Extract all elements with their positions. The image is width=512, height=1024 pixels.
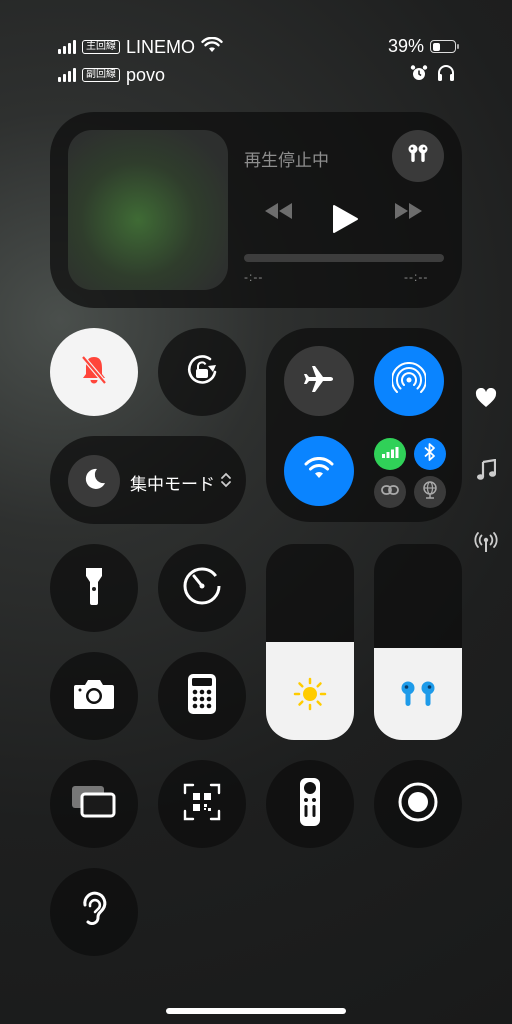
screen-mirroring-button[interactable] — [50, 760, 138, 848]
moon-icon — [81, 466, 107, 497]
qr-scanner-button[interactable] — [158, 760, 246, 848]
bell-slash-icon — [76, 352, 112, 393]
primary-carrier: LINEMO — [126, 36, 196, 57]
playback-status: 再生停止中 — [244, 151, 329, 170]
bluetooth-icon — [423, 442, 437, 467]
status-icons — [410, 64, 456, 87]
flashlight-toggle[interactable] — [50, 544, 138, 632]
personal-hotspot-toggle[interactable] — [374, 476, 406, 508]
battery-group: 39% — [387, 36, 459, 57]
airdrop-icon — [391, 361, 427, 401]
airplane-icon — [302, 362, 336, 401]
chevron-updown-icon — [220, 471, 232, 494]
airpods-icon — [398, 680, 438, 715]
battery-percent: 39% — [387, 36, 424, 56]
sun-icon — [292, 676, 328, 717]
screen-mirroring-icon — [70, 784, 118, 825]
apple-tv-remote-icon — [298, 777, 322, 832]
airplay-output-button[interactable] — [392, 130, 444, 182]
wifi-icon — [201, 36, 223, 58]
play-icon[interactable] — [331, 204, 359, 239]
silent-mode-toggle[interactable] — [50, 328, 138, 416]
hearing-button[interactable] — [50, 868, 138, 956]
rotation-lock-toggle[interactable] — [158, 328, 246, 416]
vpn-toggle[interactable] — [414, 476, 446, 508]
focus-mode-label: 集中モード — [130, 475, 215, 494]
volume-slider[interactable] — [374, 544, 462, 740]
screen-record-button[interactable] — [374, 760, 462, 848]
bluetooth-toggle[interactable] — [414, 438, 446, 470]
secondary-carrier: povo — [126, 64, 166, 85]
airdrop-toggle[interactable] — [374, 346, 444, 416]
antenna-icon[interactable] — [474, 530, 498, 554]
home-indicator[interactable] — [166, 1008, 346, 1014]
screen-record-icon — [396, 780, 440, 829]
wifi-icon — [304, 456, 334, 486]
cellular-toggle[interactable] — [374, 438, 406, 470]
camera-button[interactable] — [50, 652, 138, 740]
remaining-time: --:-- — [404, 270, 429, 284]
elapsed-time: -:-- — [244, 270, 264, 284]
heart-icon[interactable] — [474, 386, 498, 410]
hearing-icon — [77, 890, 111, 935]
album-art — [68, 130, 228, 290]
status-row-primary: 主回線 LINEMO — [58, 36, 223, 58]
calculator-icon — [187, 673, 217, 720]
playback-progress-bar[interactable] — [244, 254, 444, 262]
airplane-mode-toggle[interactable] — [284, 346, 354, 416]
next-track-icon[interactable] — [393, 200, 425, 227]
wifi-toggle[interactable] — [284, 436, 354, 506]
primary-line-tag: 主回線 — [82, 40, 120, 54]
calculator-button[interactable] — [158, 652, 246, 740]
focus-mode-icon-wrap — [68, 455, 120, 507]
timer-icon — [181, 565, 223, 612]
camera-icon — [72, 677, 116, 716]
brightness-slider[interactable] — [266, 544, 354, 740]
previous-track-icon[interactable] — [262, 200, 294, 227]
status-row-secondary: 副回線 povo — [58, 64, 165, 86]
signal-bars-icon — [58, 68, 76, 82]
battery-icon — [430, 40, 459, 53]
cellular-icon — [381, 445, 399, 463]
headphones-icon — [436, 64, 456, 87]
music-note-icon[interactable] — [474, 458, 498, 482]
signal-bars-icon — [58, 40, 76, 54]
vpn-globe-icon — [420, 480, 440, 505]
timer-button[interactable] — [158, 544, 246, 632]
secondary-line-tag: 副回線 — [82, 68, 120, 82]
rotation-lock-icon — [182, 350, 222, 395]
alarm-icon — [410, 64, 428, 87]
qr-scanner-icon — [182, 782, 222, 827]
apple-tv-remote-button[interactable] — [266, 760, 354, 848]
hotspot-link-icon — [380, 482, 400, 503]
airpods-icon — [405, 143, 431, 170]
flashlight-icon — [83, 566, 105, 611]
